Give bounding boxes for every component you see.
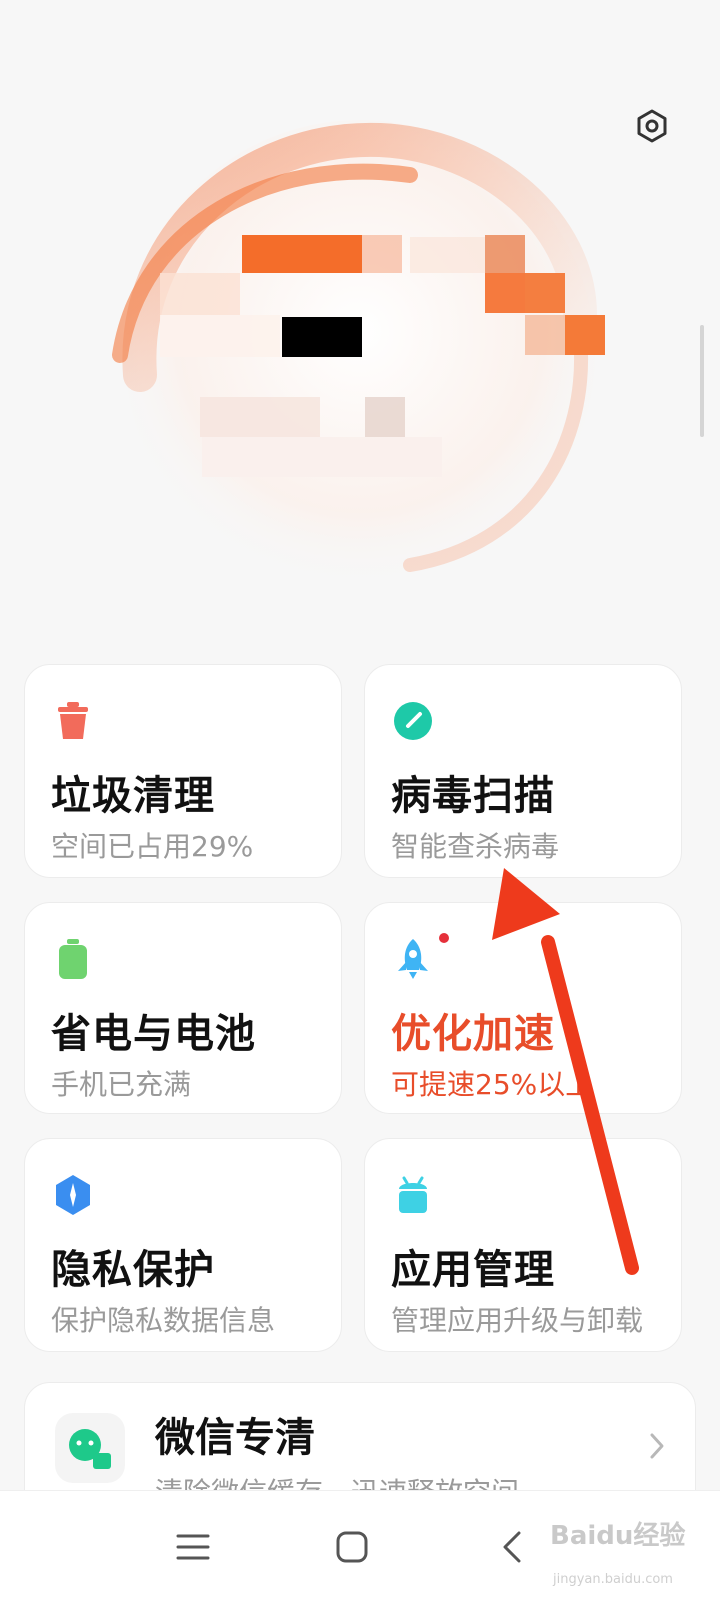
card-subtitle: 保护隐私数据信息 <box>51 1304 276 1337</box>
trash-icon <box>58 702 88 739</box>
rocket-icon <box>398 939 428 979</box>
score-ball <box>110 115 620 655</box>
battery-icon <box>59 939 87 979</box>
virus-scan-icon <box>394 702 432 740</box>
card-virus-scan[interactable]: 病毒扫描 智能查杀病毒 <box>364 664 682 878</box>
privacy-shield-icon <box>56 1175 90 1215</box>
menu-button[interactable] <box>163 1519 223 1575</box>
back-icon <box>503 1531 521 1563</box>
back-button[interactable] <box>482 1519 542 1575</box>
card-optimize[interactable]: 优化加速 可提速25%以上 <box>364 902 682 1114</box>
settings-hex-icon <box>637 109 667 143</box>
chevron-right-icon <box>650 1433 664 1459</box>
card-subtitle: 空间已占用29% <box>51 830 254 863</box>
card-junk-clean[interactable]: 垃圾清理 空间已占用29% <box>24 664 342 878</box>
score-ball-graphic <box>112 120 605 590</box>
card-title: 优化加速 <box>391 1011 555 1057</box>
wechat-icon <box>55 1413 125 1483</box>
card-title: 应用管理 <box>391 1247 555 1293</box>
card-subtitle: 手机已充满 <box>51 1068 192 1101</box>
card-title: 病毒扫描 <box>391 773 555 819</box>
watermark-url: jingyan.baidu.com <box>553 1572 673 1587</box>
card-subtitle: 智能查杀病毒 <box>391 830 560 863</box>
card-title: 垃圾清理 <box>51 773 215 819</box>
card-title: 微信专清 <box>155 1415 315 1461</box>
menu-icon <box>176 1534 210 1560</box>
settings-button[interactable] <box>630 104 674 148</box>
scroll-indicator <box>700 325 704 437</box>
card-privacy[interactable]: 隐私保护 保护隐私数据信息 <box>24 1138 342 1352</box>
android-icon <box>399 1176 427 1213</box>
watermark: Baidu经验 <box>550 1521 686 1551</box>
home-button[interactable] <box>322 1519 382 1575</box>
card-title: 隐私保护 <box>51 1247 215 1293</box>
card-title: 省电与电池 <box>51 1011 256 1057</box>
card-app-manage[interactable]: 应用管理 管理应用升级与卸载 <box>364 1138 682 1352</box>
card-subtitle: 可提速25%以上 <box>391 1068 594 1101</box>
home-square-icon <box>336 1531 368 1563</box>
card-battery[interactable]: 省电与电池 手机已充满 <box>24 902 342 1114</box>
notification-dot <box>439 933 449 943</box>
card-subtitle: 管理应用升级与卸载 <box>391 1304 644 1337</box>
